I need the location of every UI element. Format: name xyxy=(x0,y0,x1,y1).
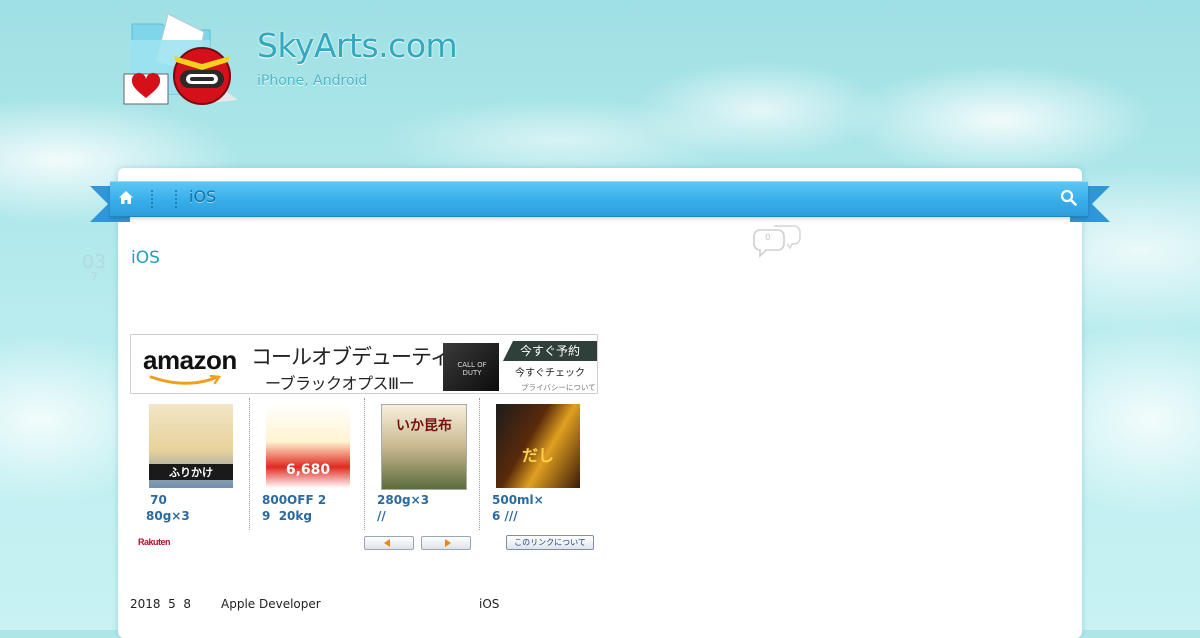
rakuten-item[interactable]: 6,680 800OFF 2 9 20kg xyxy=(249,398,365,530)
product-image-label: 6,680 xyxy=(285,462,331,478)
site-logo-icon[interactable] xyxy=(122,10,242,110)
rakuten-widget: ふりかけ 70 80g×3 6,680 800OFF 2 9 20kg いか昆布… xyxy=(130,398,598,558)
home-icon[interactable] xyxy=(118,190,134,205)
product-image[interactable]: ふりかけ xyxy=(149,404,233,488)
amazon-logo: amazon xyxy=(143,345,237,375)
arrow-right-icon xyxy=(445,539,451,547)
breadcrumb-separator xyxy=(151,190,153,208)
post-body-source[interactable]: Apple Developer xyxy=(221,597,321,611)
product-image[interactable]: 6,680 xyxy=(266,404,350,488)
search-icon[interactable] xyxy=(1060,189,1077,206)
product-text[interactable]: 280g×3 // xyxy=(377,492,429,524)
product-image-label: だし xyxy=(521,446,554,465)
breadcrumb-current[interactable]: iOS xyxy=(189,187,216,206)
breadcrumb-nav xyxy=(110,181,1088,217)
post-title[interactable]: iOS xyxy=(131,248,160,268)
post-body-topic: iOS xyxy=(479,597,500,611)
comment-count: 0 xyxy=(765,233,771,243)
product-image[interactable]: いか昆布 xyxy=(381,404,467,490)
check-now-link[interactable]: 今すぐチェック xyxy=(515,364,585,379)
product-image-label: ふりかけ xyxy=(149,464,233,480)
rakuten-logo[interactable]: Rakuten xyxy=(138,537,171,547)
product-image-label: いか昆布 xyxy=(396,418,452,434)
rakuten-item[interactable]: ふりかけ 70 80g×3 xyxy=(130,398,245,530)
product-text[interactable]: 500ml× 6 /// xyxy=(492,492,544,524)
comment-bubble-icon[interactable] xyxy=(752,222,802,258)
site-title[interactable]: SkyArts.com xyxy=(257,26,458,65)
amazon-ad-banner[interactable]: amazon コールオブデューティ ーブラックオプスⅢー CALL OF DUT… xyxy=(130,334,598,394)
post-body-date: 2018 5 8 xyxy=(130,597,192,611)
rakuten-item[interactable]: だし 500ml× 6 /// xyxy=(479,398,595,530)
prev-button[interactable] xyxy=(364,536,414,550)
amazon-ad-title: コールオブデューティ xyxy=(251,345,451,369)
arrow-left-icon xyxy=(384,539,390,547)
next-button[interactable] xyxy=(421,536,471,550)
amazon-smile-icon xyxy=(149,375,222,385)
preorder-button[interactable]: 今すぐ予約 xyxy=(503,341,597,361)
privacy-link[interactable]: プライバシーについて xyxy=(521,382,596,393)
about-link-button[interactable]: このリンクについて xyxy=(506,535,594,550)
product-text[interactable]: 70 80g×3 xyxy=(146,492,190,524)
amazon-ad-subtitle: ーブラックオプスⅢー xyxy=(265,374,415,393)
product-image-text: CALL OF DUTY xyxy=(457,361,487,377)
rakuten-item[interactable]: いか昆布 280g×3 // xyxy=(364,398,480,530)
product-image[interactable]: だし xyxy=(496,404,580,488)
breadcrumb-separator xyxy=(175,190,177,208)
site-tagline: iPhone, Android xyxy=(257,73,368,89)
product-text[interactable]: 800OFF 2 9 20kg xyxy=(262,492,326,524)
post-date-month: 7 xyxy=(91,270,98,283)
